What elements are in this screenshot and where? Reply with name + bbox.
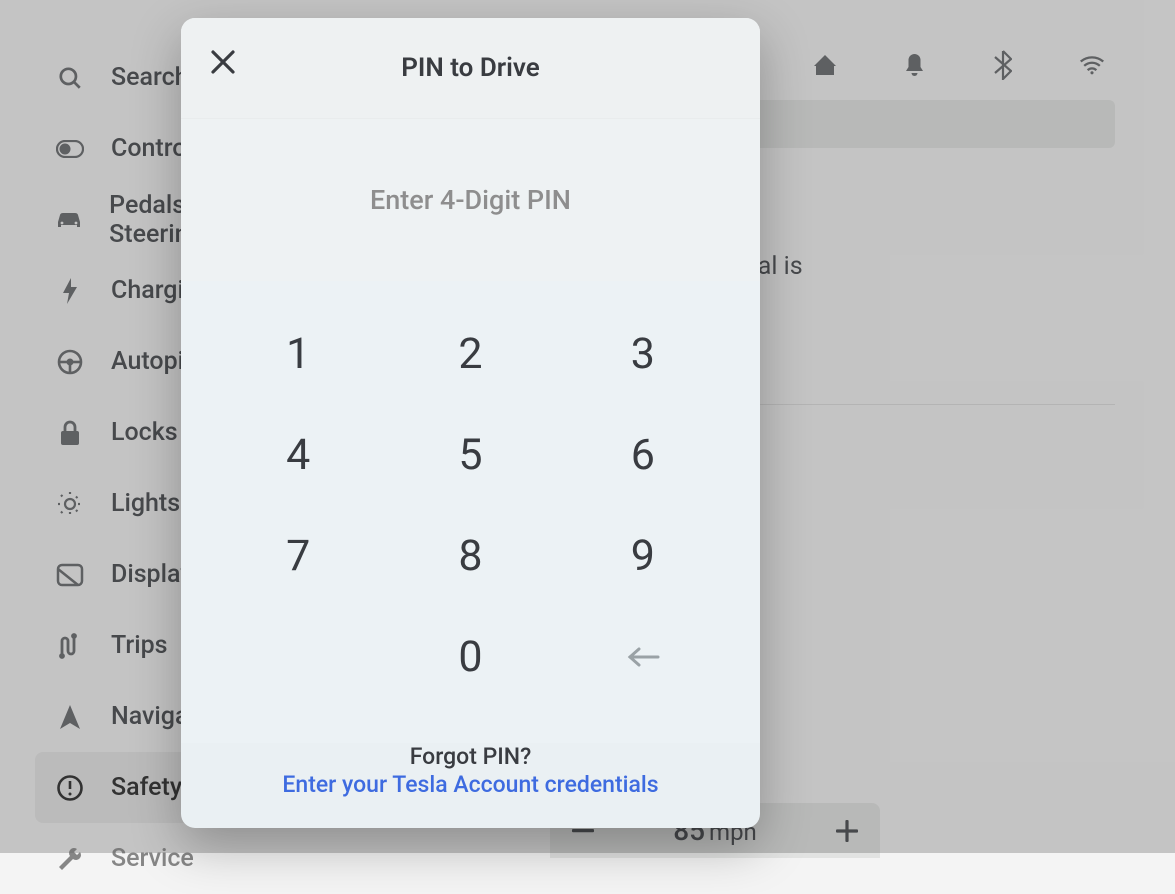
key-7[interactable]: 7	[237, 505, 359, 606]
pin-to-drive-modal: PIN to Drive Enter 4-Digit PIN 1 2 3 4 5…	[181, 18, 760, 828]
key-2[interactable]: 2	[409, 303, 531, 404]
key-8[interactable]: 8	[409, 505, 531, 606]
key-4[interactable]: 4	[237, 404, 359, 505]
close-button[interactable]	[209, 48, 245, 84]
forgot-pin-section: Forgot PIN? Enter your Tesla Account cre…	[181, 743, 760, 829]
key-3[interactable]: 3	[582, 303, 704, 404]
modal-header: PIN to Drive	[181, 18, 760, 119]
backspace-key[interactable]	[582, 606, 704, 707]
forgot-pin-question: Forgot PIN?	[181, 743, 760, 772]
keypad: 1 2 3 4 5 6 7 8 9 0	[181, 281, 760, 743]
key-6[interactable]: 6	[582, 404, 704, 505]
key-0[interactable]: 0	[409, 606, 531, 707]
key-5[interactable]: 5	[409, 404, 531, 505]
key-1[interactable]: 1	[237, 303, 359, 404]
key-9[interactable]: 9	[582, 505, 704, 606]
pin-prompt: Enter 4-Digit PIN	[181, 119, 760, 281]
key-blank	[237, 606, 359, 707]
forgot-pin-link[interactable]: Enter your Tesla Account credentials	[181, 771, 760, 800]
modal-title: PIN to Drive	[401, 53, 540, 83]
